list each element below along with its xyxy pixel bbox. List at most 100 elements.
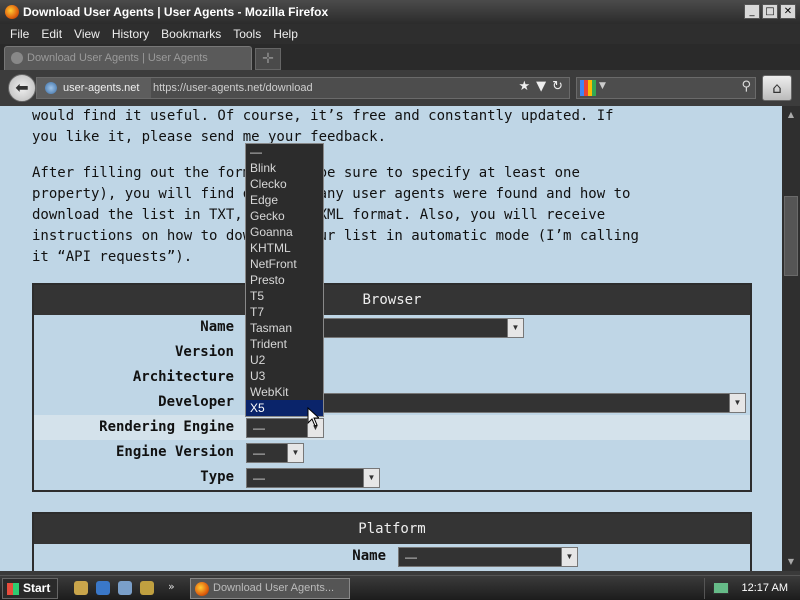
dropdown-arrow-icon[interactable]: ▼ bbox=[536, 79, 546, 94]
close-button[interactable]: ✕ bbox=[780, 4, 796, 19]
nav-bar: ⬅ user-agents.net https://user-agents.ne… bbox=[0, 70, 800, 106]
menu-bar: File Edit View History Bookmarks Tools H… bbox=[0, 24, 800, 44]
dropdown-option[interactable]: Goanna bbox=[246, 224, 323, 240]
field-row-architecture: Architecture bbox=[34, 365, 750, 390]
platform-name-select[interactable]: — ▼ bbox=[398, 547, 578, 567]
browser-heading: Browser bbox=[34, 285, 750, 315]
firefox-icon bbox=[5, 5, 19, 19]
chevron-down-icon: ▼ bbox=[363, 469, 379, 487]
dropdown-option[interactable]: Tasman bbox=[246, 320, 323, 336]
page-content: would find it useful. Of course, it’s fr… bbox=[0, 106, 782, 571]
menu-tools[interactable]: Tools bbox=[233, 27, 261, 41]
search-box[interactable]: ▼ ⚲ bbox=[576, 77, 756, 99]
chevron-down-icon: ▼ bbox=[287, 444, 303, 462]
dropdown-option[interactable]: KHTML bbox=[246, 240, 323, 256]
rendering-engine-dropdown-list[interactable]: — Blink Clecko Edge Gecko Goanna KHTML NetFront… bbox=[245, 143, 324, 417]
maximize-button[interactable]: □ bbox=[762, 4, 778, 19]
url-text[interactable]: https://user-agents.net/download bbox=[153, 78, 313, 98]
system-tray: 12:17 AM bbox=[704, 578, 800, 599]
field-label: Name bbox=[200, 319, 234, 335]
firefox-icon bbox=[195, 582, 209, 596]
scroll-down-icon[interactable]: ▼ bbox=[784, 555, 798, 569]
windows-logo-icon bbox=[7, 583, 19, 595]
quicklaunch-ie-icon[interactable] bbox=[96, 581, 110, 595]
title-bar: Download User Agents | User Agents - Moz… bbox=[0, 0, 800, 24]
engine-caret-icon[interactable]: ▼ bbox=[599, 81, 606, 91]
menu-view[interactable]: View bbox=[74, 27, 100, 41]
chevron-down-icon: ▼ bbox=[729, 394, 745, 412]
taskbar-firefox-item[interactable]: Download User Agents... bbox=[190, 578, 350, 599]
dropdown-option[interactable]: WebKit bbox=[246, 384, 323, 400]
dropdown-option[interactable]: Gecko bbox=[246, 208, 323, 224]
tab-label: Download User Agents | User Agents bbox=[27, 52, 208, 64]
page-scrollbar[interactable]: ▲ ▼ bbox=[782, 106, 800, 571]
platform-heading: Platform bbox=[34, 514, 750, 544]
field-label: Name bbox=[352, 548, 386, 564]
chevron-down-icon: ▼ bbox=[561, 548, 577, 566]
dropdown-option[interactable]: T7 bbox=[246, 304, 323, 320]
quicklaunch-folder-icon[interactable] bbox=[74, 581, 88, 595]
minimize-button[interactable]: _ bbox=[744, 4, 760, 19]
globe-icon bbox=[45, 82, 57, 94]
reload-icon[interactable]: ↻ bbox=[552, 79, 563, 94]
intro-paragraph: would find it useful. Of course, it’s fr… bbox=[32, 108, 614, 145]
dropdown-option[interactable]: T5 bbox=[246, 288, 323, 304]
home-button[interactable]: ⌂ bbox=[762, 75, 792, 101]
field-label: Type bbox=[200, 469, 234, 485]
start-button[interactable]: Start bbox=[2, 578, 58, 599]
scroll-thumb[interactable] bbox=[784, 196, 798, 276]
field-row-type: Type — ▼ bbox=[34, 465, 750, 490]
tab-download-user-agents[interactable]: Download User Agents | User Agents bbox=[4, 46, 252, 70]
dropdown-option[interactable]: Presto bbox=[246, 272, 323, 288]
chevron-down-icon: ▼ bbox=[507, 319, 523, 337]
instructions-paragraph: After filling out the form below (be sur… bbox=[32, 165, 639, 265]
tab-favicon-icon bbox=[11, 52, 23, 64]
engine-version-select[interactable]: — ▼ bbox=[246, 443, 304, 463]
menu-edit[interactable]: Edit bbox=[41, 27, 62, 41]
site-name: user-agents.net bbox=[63, 82, 140, 94]
back-button[interactable]: ⬅ bbox=[8, 74, 36, 102]
tab-bar: Download User Agents | User Agents ✛ bbox=[0, 44, 800, 70]
network-icon[interactable] bbox=[713, 582, 729, 594]
dropdown-option[interactable]: U2 bbox=[246, 352, 323, 368]
field-row-platform-name: Name — ▼ bbox=[34, 544, 750, 569]
url-bar[interactable]: user-agents.net https://user-agents.net/… bbox=[36, 77, 570, 99]
quicklaunch-more-icon[interactable]: » bbox=[168, 580, 175, 593]
platform-panel: Platform Name — ▼ bbox=[32, 512, 752, 571]
menu-bookmarks[interactable]: Bookmarks bbox=[161, 27, 221, 41]
field-row-developer: Developer ▼ bbox=[34, 390, 750, 415]
quicklaunch-search-icon[interactable] bbox=[140, 581, 154, 595]
dropdown-option[interactable]: U3 bbox=[246, 368, 323, 384]
menu-file[interactable]: File bbox=[10, 27, 29, 41]
quicklaunch-media-icon[interactable] bbox=[118, 581, 132, 595]
field-row-engine-version: Engine Version — ▼ bbox=[34, 440, 750, 465]
field-row-name: Name ▼ bbox=[34, 315, 750, 340]
dropdown-option[interactable]: Edge bbox=[246, 192, 323, 208]
bookmark-star-icon[interactable]: ★ bbox=[518, 79, 530, 94]
menu-help[interactable]: Help bbox=[273, 27, 298, 41]
field-label: Rendering Engine bbox=[99, 419, 234, 435]
url-actions: ★ ▼ ↻ bbox=[518, 79, 563, 94]
new-tab-button[interactable]: ✛ bbox=[255, 48, 281, 70]
dropdown-option[interactable]: NetFront bbox=[246, 256, 323, 272]
google-icon[interactable] bbox=[580, 80, 596, 96]
field-label: Engine Version bbox=[115, 444, 234, 460]
menu-history[interactable]: History bbox=[112, 27, 149, 41]
dropdown-option[interactable]: Clecko bbox=[246, 176, 323, 192]
type-select[interactable]: — ▼ bbox=[246, 468, 380, 488]
field-label: Architecture bbox=[132, 369, 234, 385]
site-identity[interactable]: user-agents.net bbox=[37, 78, 151, 98]
dropdown-option[interactable]: Trident bbox=[246, 336, 323, 352]
clock: 12:17 AM bbox=[741, 582, 788, 594]
field-row-version: Version bbox=[34, 340, 750, 365]
field-label: Version bbox=[174, 344, 234, 360]
taskbar: Start » Download User Agents... 12:17 AM bbox=[0, 575, 800, 600]
dropdown-option[interactable]: Blink bbox=[246, 160, 323, 176]
field-row-rendering-engine: Rendering Engine — ▼ bbox=[34, 415, 750, 440]
search-icon[interactable]: ⚲ bbox=[741, 79, 751, 94]
window-title: Download User Agents | User Agents - Moz… bbox=[23, 5, 329, 19]
window-controls: _ □ ✕ bbox=[744, 4, 796, 19]
browser-panel: Browser Name ▼ Version Architecture Deve… bbox=[32, 283, 752, 492]
scroll-up-icon[interactable]: ▲ bbox=[784, 108, 798, 122]
dropdown-option[interactable]: — bbox=[246, 144, 323, 160]
